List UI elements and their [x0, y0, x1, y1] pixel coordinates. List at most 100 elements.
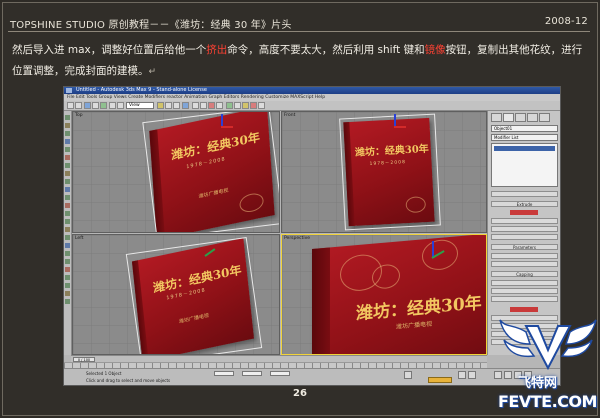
render-icon[interactable]: [250, 102, 257, 109]
curve-editor-icon[interactable]: [234, 102, 241, 109]
link-icon[interactable]: [84, 102, 91, 109]
y-coord-field[interactable]: [242, 371, 262, 376]
select-icon[interactable]: [109, 102, 116, 109]
param-row[interactable]: [491, 226, 558, 232]
x-coord-field[interactable]: [214, 371, 234, 376]
bind-icon[interactable]: [100, 102, 107, 109]
tool-icon[interactable]: [65, 291, 70, 296]
status-selected: Selected 1 Object: [86, 371, 122, 376]
selection-box: [142, 112, 279, 232]
modify-tab-icon[interactable]: [503, 113, 514, 122]
gizmo-y-axis[interactable]: [221, 114, 223, 126]
para-text-2: 命令，高度不要太大，然后利用 shift 键和: [227, 44, 425, 56]
viewport-top[interactable]: Top 潍坊：经典30年 1978－2008 潍坊广播电视: [72, 111, 280, 233]
book-model[interactable]: 潍坊：经典30年 潍坊广播电视: [312, 235, 486, 354]
rotate-icon[interactable]: [165, 102, 172, 109]
tool-icon[interactable]: [65, 155, 70, 160]
watermark-url: FEVTE.COM: [498, 392, 597, 411]
para-highlight-mirror: 镜像: [424, 44, 446, 56]
menu-bar[interactable]: File Edit Tools Group Views Create Modif…: [64, 94, 560, 101]
angle-snap-icon[interactable]: [200, 102, 207, 109]
undo-icon[interactable]: [67, 102, 74, 109]
modifier-stack[interactable]: [491, 143, 558, 187]
status-bar: Selected 1 Object Click and drag to sele…: [64, 368, 560, 385]
viewport-front[interactable]: Front 潍坊：经典30年 1978－2008: [281, 111, 487, 233]
snap-icon[interactable]: [192, 102, 199, 109]
param-row[interactable]: [491, 280, 558, 286]
watermark-cn: 飞特网: [518, 376, 558, 391]
param-row[interactable]: [491, 253, 558, 259]
tool-icon[interactable]: [65, 283, 70, 288]
param-row[interactable]: [491, 218, 558, 224]
set-key-button[interactable]: [428, 377, 452, 383]
param-row[interactable]: [491, 296, 558, 302]
tool-icon[interactable]: [65, 171, 70, 176]
tool-icon[interactable]: [65, 163, 70, 168]
param-row[interactable]: [491, 234, 558, 240]
move-icon[interactable]: [157, 102, 164, 109]
object-name-field[interactable]: Object01: [491, 125, 558, 132]
window-title: Untitled - Autodesk 3ds Max 9 - Stand-al…: [76, 87, 207, 93]
create-tab-icon[interactable]: [491, 113, 502, 122]
tool-icon[interactable]: [65, 243, 70, 248]
viewport-label: Perspective: [284, 236, 311, 241]
capping-rollout[interactable]: Capping: [491, 271, 558, 277]
tool-icon[interactable]: [65, 139, 70, 144]
parameters-rollout[interactable]: Parameters: [491, 244, 558, 250]
gizmo-y-axis[interactable]: [394, 114, 396, 126]
tool-icon[interactable]: [65, 211, 70, 216]
pivot-icon[interactable]: [182, 102, 189, 109]
tool-icon[interactable]: [65, 267, 70, 272]
status-prompt: Click and drag to select and move object…: [86, 378, 171, 383]
extrude-rollout[interactable]: Extrude: [491, 201, 558, 207]
redo-icon[interactable]: [75, 102, 82, 109]
z-coord-field[interactable]: [270, 371, 290, 376]
autokey-icon[interactable]: [404, 371, 412, 379]
modifier-list-select[interactable]: Modifier List: [491, 134, 558, 141]
stack-controls[interactable]: [491, 191, 558, 197]
tool-icon[interactable]: [65, 203, 70, 208]
play-icon[interactable]: [458, 371, 466, 379]
tool-icon[interactable]: [65, 227, 70, 232]
tool-icon[interactable]: [65, 195, 70, 200]
tool-icon[interactable]: [65, 187, 70, 192]
book-subtitle-persp: 潍坊广播电视: [396, 320, 433, 331]
selection-filter-select[interactable]: View: [126, 102, 154, 109]
gizmo-x-axis[interactable]: [221, 126, 233, 128]
layer-icon[interactable]: [226, 102, 233, 109]
viewport-left[interactable]: Left 潍坊：经典30年 1978－2008 潍坊广播电视: [72, 234, 280, 355]
fevte-logo: 飞特网 FEVTE.COM: [496, 318, 600, 418]
hierarchy-tab-icon[interactable]: [515, 113, 526, 122]
mirror-icon[interactable]: [208, 102, 215, 109]
display-tab-icon[interactable]: [539, 113, 550, 122]
tool-icon[interactable]: [65, 299, 70, 304]
viewport-label: Top: [75, 113, 83, 118]
viewport-perspective[interactable]: Perspective 潍坊：经典30年 潍坊广播电视: [281, 234, 487, 355]
tool-icon[interactable]: [65, 219, 70, 224]
param-row[interactable]: [491, 288, 558, 294]
stack-selected-item[interactable]: [494, 146, 555, 151]
flower-ornament: [372, 263, 400, 290]
motion-tab-icon[interactable]: [527, 113, 538, 122]
scale-icon[interactable]: [173, 102, 180, 109]
align-icon[interactable]: [216, 102, 223, 109]
paragraph-mark: ↵: [148, 67, 157, 77]
select-name-icon[interactable]: [117, 102, 124, 109]
tool-icon[interactable]: [65, 131, 70, 136]
tool-icon[interactable]: [65, 235, 70, 240]
unlink-icon[interactable]: [92, 102, 99, 109]
gizmo-x-axis[interactable]: [394, 126, 406, 128]
param-row[interactable]: [491, 261, 558, 267]
tool-icon[interactable]: [65, 123, 70, 128]
tool-icon[interactable]: [65, 115, 70, 120]
tool-icon[interactable]: [65, 147, 70, 152]
tool-icon[interactable]: [65, 179, 70, 184]
header-title: TOPSHINE STUDIO 原创教程－－《潍坊：经典 30 年》片头: [10, 20, 292, 31]
header-date: 2008-12: [544, 16, 588, 27]
tool-icon[interactable]: [65, 275, 70, 280]
next-frame-icon[interactable]: [468, 371, 476, 379]
tool-icon[interactable]: [65, 251, 70, 256]
material-editor-icon[interactable]: [242, 102, 249, 109]
quick-render-icon[interactable]: [258, 102, 265, 109]
tool-icon[interactable]: [65, 259, 70, 264]
